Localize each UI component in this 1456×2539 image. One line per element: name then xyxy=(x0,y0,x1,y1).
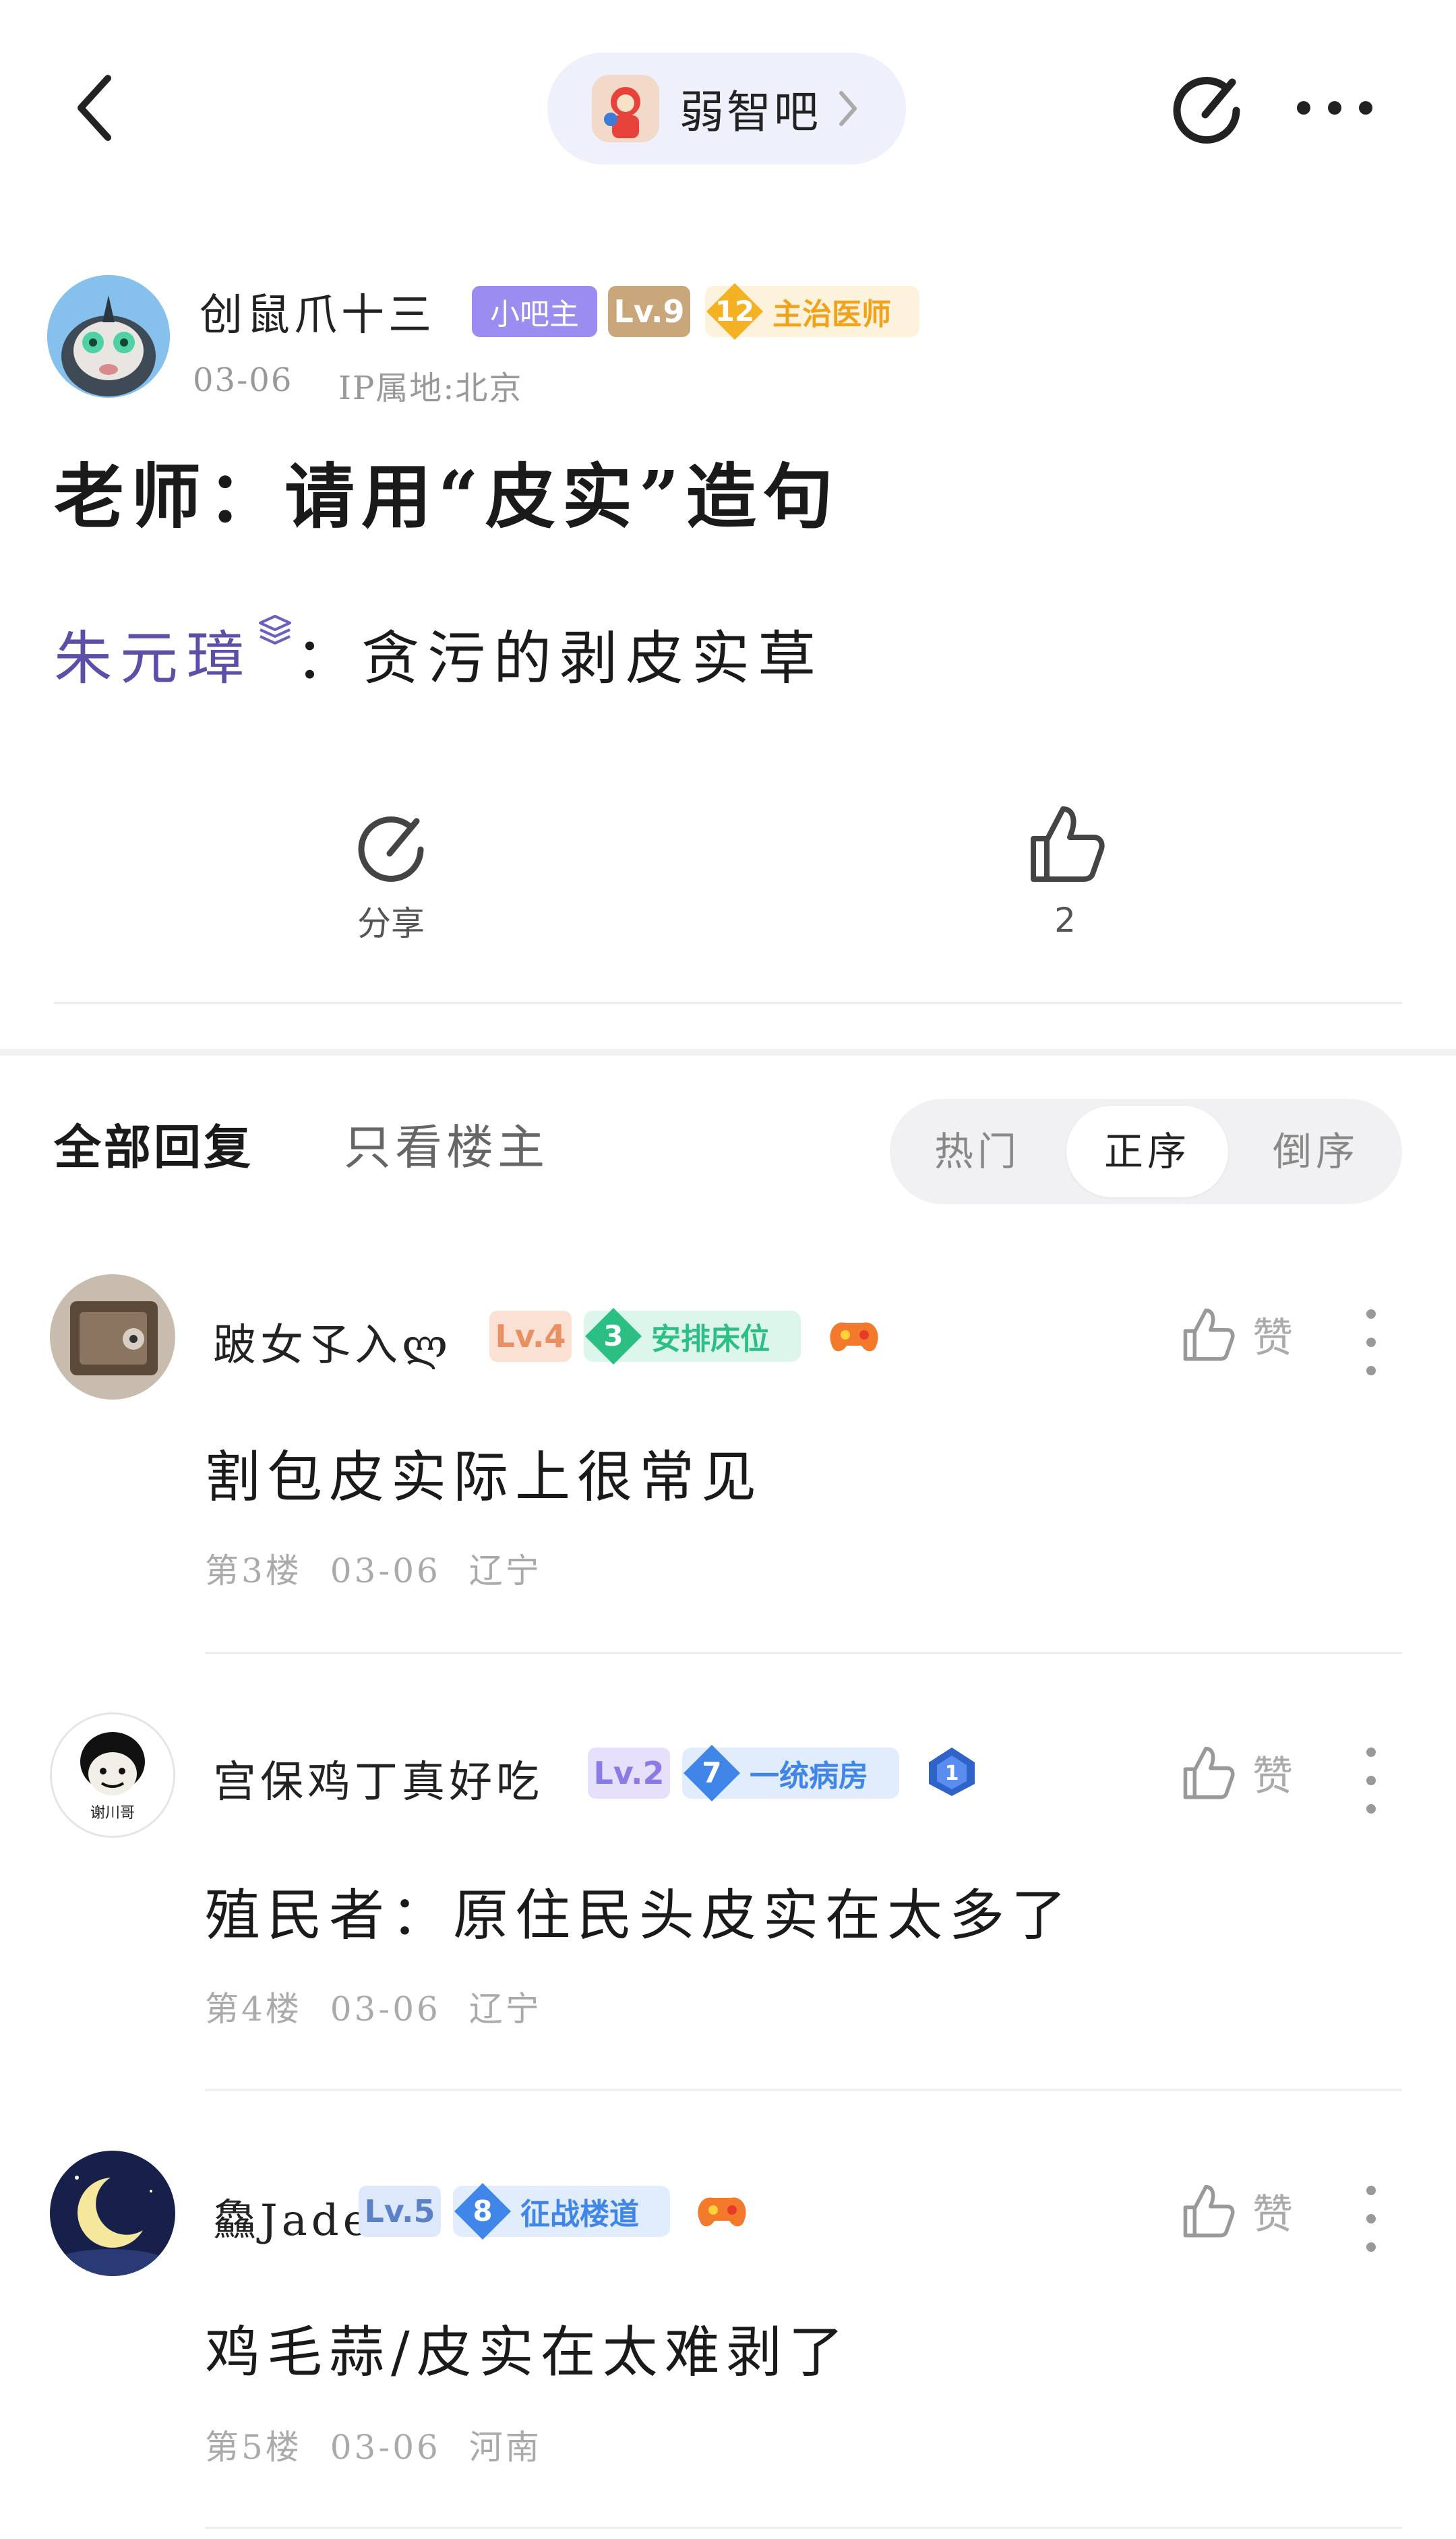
post-date: 03-06 xyxy=(193,361,293,399)
reply-avatar[interactable] xyxy=(50,2151,175,2276)
more-options-button[interactable] xyxy=(1294,94,1375,121)
game-controller-icon xyxy=(693,2187,751,2236)
moderator-badge: 小吧主 xyxy=(472,286,597,337)
tab-all-replies[interactable]: 全部回复 xyxy=(54,1110,253,1178)
forum-name: 弱智吧 xyxy=(679,86,821,138)
post-title: 老师：请用“皮实”造句 xyxy=(54,455,840,538)
reply-divider xyxy=(205,1652,1402,1654)
tag-diamond-icon: 8 xyxy=(453,2182,512,2241)
like-label: 赞 xyxy=(1252,2190,1293,2238)
reply-like-button[interactable]: 赞 xyxy=(1177,1742,1293,1803)
reply-like-button[interactable]: 赞 xyxy=(1177,2180,1293,2241)
reply-floor: 第4楼 xyxy=(205,1990,302,2029)
avatar-caption: 谢川哥 xyxy=(90,1805,135,1822)
post-ip: IP属地:北京 xyxy=(338,369,523,407)
reply-level-badge: Lv.4 xyxy=(489,1311,572,1362)
reply-tag: 8 征战楼道 xyxy=(453,2183,670,2240)
reply-level-badge: Lv.5 xyxy=(359,2186,441,2237)
chevron-right-icon xyxy=(839,91,857,126)
author-avatar[interactable] xyxy=(47,275,170,398)
reply-level-badge: Lv.2 xyxy=(588,1748,670,1799)
share-icon xyxy=(1173,77,1240,144)
sort-hot[interactable]: 热门 xyxy=(897,1099,1058,1204)
forum-avatar xyxy=(592,75,659,142)
reply-username[interactable]: 宫保鸡丁真好吃 xyxy=(213,1748,543,1810)
reply-meta: 第4楼 03-06 辽宁 xyxy=(205,1982,542,2031)
thumbs-up-icon xyxy=(1031,806,1105,882)
tab-op-only[interactable]: 只看楼主 xyxy=(344,1110,549,1178)
back-button[interactable] xyxy=(67,67,128,148)
reply-date: 03-06 xyxy=(330,1551,441,1590)
game-controller-icon xyxy=(825,1312,883,1361)
reply-like-button[interactable]: 赞 xyxy=(1177,1304,1293,1365)
reply-divider xyxy=(205,2527,1402,2529)
section-gap xyxy=(0,1049,1456,1056)
reply-date: 03-06 xyxy=(330,2428,441,2467)
tag-diamond-icon: 7 xyxy=(682,1743,741,1803)
thumbs-up-icon xyxy=(1183,1746,1235,1799)
reply-meta: 第3楼 03-06 辽宁 xyxy=(205,1544,542,1592)
reply-more-button[interactable] xyxy=(1364,1309,1378,1394)
reply-content: 割包皮实际上很常见 xyxy=(205,1445,764,1510)
tag-diamond-icon: 3 xyxy=(584,1307,643,1366)
reply-content: 鸡毛蒜/皮实在太难剥了 xyxy=(205,2321,851,2385)
thumbs-up-icon xyxy=(1183,2184,1235,2238)
reply-divider xyxy=(205,2089,1402,2091)
forum-entry-button[interactable]: 弱智吧 xyxy=(547,53,906,165)
reply-floor: 第5楼 xyxy=(205,2428,302,2467)
sort-ascending[interactable]: 正序 xyxy=(1066,1099,1228,1204)
post-divider xyxy=(54,1002,1402,1004)
mention-link[interactable]: 朱元璋 xyxy=(54,625,252,692)
level-badge: Lv.9 xyxy=(608,286,690,337)
share-label: 分享 xyxy=(357,904,425,943)
thumbs-up-icon xyxy=(1183,1308,1235,1361)
like-label: 赞 xyxy=(1252,1752,1293,1800)
sort-descending[interactable]: 倒序 xyxy=(1235,1099,1397,1204)
reply-avatar[interactable] xyxy=(50,1274,175,1400)
rank-medal-icon: 1 xyxy=(925,1745,979,1799)
layers-icon xyxy=(255,611,295,651)
like-count: 2 xyxy=(1054,901,1076,940)
reply-avatar[interactable]: 谢川哥 xyxy=(50,1712,175,1838)
rank-tag: 12 主治医师 xyxy=(705,283,919,340)
like-label: 赞 xyxy=(1252,1314,1293,1362)
share-top-button[interactable] xyxy=(1166,67,1247,148)
share-icon xyxy=(358,816,424,882)
chevron-left-icon xyxy=(78,75,111,141)
reply-date: 03-06 xyxy=(330,1990,441,2029)
share-button[interactable]: 分享 xyxy=(324,806,458,948)
svg-text:1: 1 xyxy=(945,1762,959,1785)
reply-username[interactable]: 鱻Jade xyxy=(213,2186,373,2248)
rank-title: 主治医师 xyxy=(772,297,891,332)
reply-location: 辽宁 xyxy=(468,1990,542,2029)
reply-location: 河南 xyxy=(468,2428,542,2467)
reply-more-button[interactable] xyxy=(1364,1748,1378,1832)
reply-username[interactable]: 跛女孓入ლ xyxy=(213,1311,452,1373)
sort-segmented-control: 热门 正序 倒序 xyxy=(890,1099,1402,1204)
like-post-button[interactable]: 2 xyxy=(998,800,1132,948)
reply-more-button[interactable] xyxy=(1364,2186,1378,2271)
reply-meta: 第5楼 03-06 河南 xyxy=(205,2420,542,2469)
rank-diamond-icon: 12 xyxy=(705,282,764,341)
author-name[interactable]: 创鼠爪十三 xyxy=(200,280,435,342)
content-text: ：贪污的剥皮实草 xyxy=(295,625,824,692)
reply-content: 殖民者：原住民头皮实在太多了 xyxy=(205,1884,1074,1948)
reply-floor: 第3楼 xyxy=(205,1551,302,1590)
post-content: 朱元璋 ：贪污的剥皮实草 xyxy=(54,611,824,695)
reply-tag: 3 安排床位 xyxy=(584,1308,801,1365)
reply-location: 辽宁 xyxy=(468,1551,542,1590)
more-horizontal-icon xyxy=(1297,101,1372,115)
reply-tag: 7 一统病房 xyxy=(682,1745,899,1801)
